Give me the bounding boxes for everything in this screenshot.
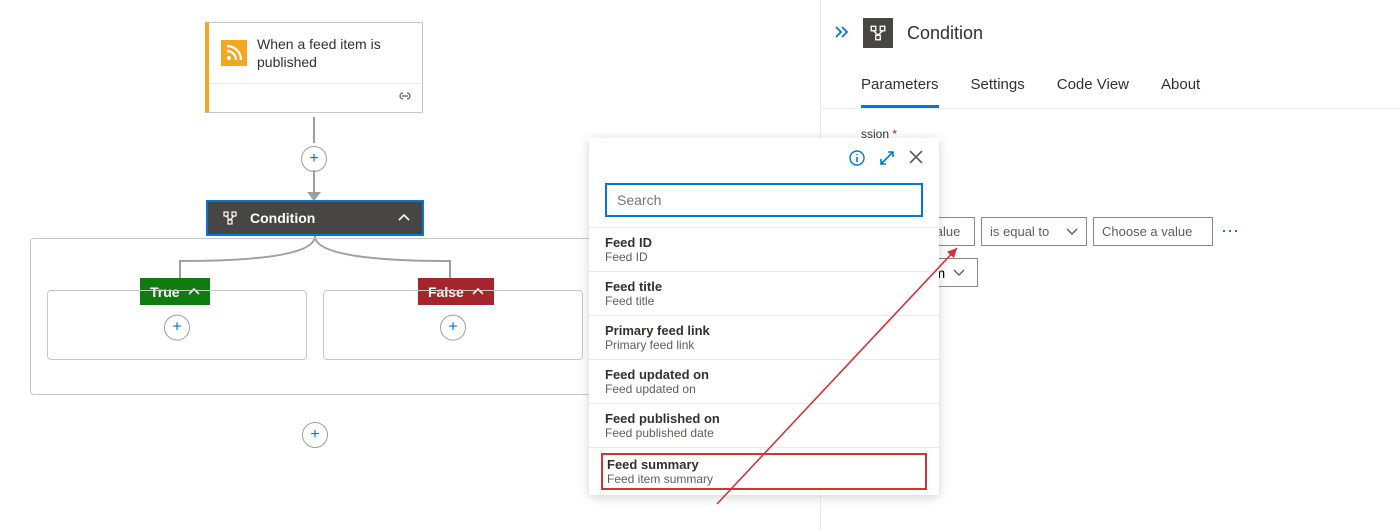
connection-icon[interactable] (398, 90, 412, 104)
right-operand-input[interactable]: Choose a value (1093, 217, 1213, 246)
search-input[interactable] (607, 185, 921, 215)
dynamic-content-item[interactable]: Feed published onFeed published date (589, 403, 939, 447)
item-desc: Feed title (605, 294, 923, 308)
chevron-down-icon (953, 269, 965, 277)
condition-card[interactable]: Condition (206, 200, 424, 236)
dynamic-content-item[interactable]: Feed IDFeed ID (589, 227, 939, 271)
tab-parameters[interactable]: Parameters (861, 66, 939, 108)
item-desc: Feed ID (605, 250, 923, 264)
add-action-false-button[interactable]: + (440, 315, 466, 341)
condition-icon (220, 208, 240, 228)
tab-settings[interactable]: Settings (971, 66, 1025, 108)
item-title: Primary feed link (605, 323, 923, 338)
item-desc: Feed updated on (605, 382, 923, 396)
info-icon[interactable] (849, 150, 865, 171)
condition-label: Condition (250, 210, 388, 226)
item-title: Feed title (605, 279, 923, 294)
dynamic-content-item[interactable]: Primary feed linkPrimary feed link (589, 315, 939, 359)
connector-line (313, 117, 315, 143)
item-desc: Feed published date (605, 426, 923, 440)
dynamic-content-popup: Feed IDFeed IDFeed titleFeed titlePrimar… (589, 138, 939, 495)
add-action-true-button[interactable]: + (164, 315, 190, 341)
dynamic-content-search[interactable] (605, 183, 923, 217)
item-desc: Primary feed link (605, 338, 923, 352)
item-title: Feed summary (607, 457, 921, 472)
close-icon[interactable] (909, 150, 923, 171)
false-branch-box: + (323, 290, 583, 360)
true-branch-box: + (47, 290, 307, 360)
dynamic-content-item[interactable]: Feed updated onFeed updated on (589, 359, 939, 403)
add-step-after-button[interactable]: + (302, 422, 328, 448)
collapse-panel-icon[interactable] (835, 25, 849, 41)
tab-code-view[interactable]: Code View (1057, 66, 1129, 108)
dynamic-content-item[interactable]: Feed titleFeed title (589, 271, 939, 315)
rss-icon (221, 40, 247, 66)
dynamic-content-list[interactable]: Feed IDFeed IDFeed titleFeed titlePrimar… (589, 227, 939, 495)
item-title: Feed published on (605, 411, 923, 426)
panel-tabs: Parameters Settings Code View About (821, 66, 1400, 109)
chevron-up-icon[interactable] (398, 211, 410, 225)
trigger-card[interactable]: When a feed item is published (205, 22, 423, 113)
item-title: Feed ID (605, 235, 923, 250)
condition-icon (863, 18, 893, 48)
add-step-button[interactable]: + (301, 146, 327, 172)
row-more-icon[interactable]: ⋯ (1219, 221, 1243, 242)
chevron-down-icon (1066, 228, 1078, 236)
item-title: Feed updated on (605, 367, 923, 382)
panel-title: Condition (907, 23, 983, 44)
expand-icon[interactable] (879, 150, 895, 171)
trigger-label: When a feed item is published (257, 35, 410, 71)
tab-about[interactable]: About (1161, 66, 1200, 108)
operator-select[interactable]: is equal to (981, 217, 1087, 246)
item-desc: Feed item summary (607, 472, 921, 486)
dynamic-content-item[interactable]: Feed summaryFeed item summary (589, 447, 939, 495)
